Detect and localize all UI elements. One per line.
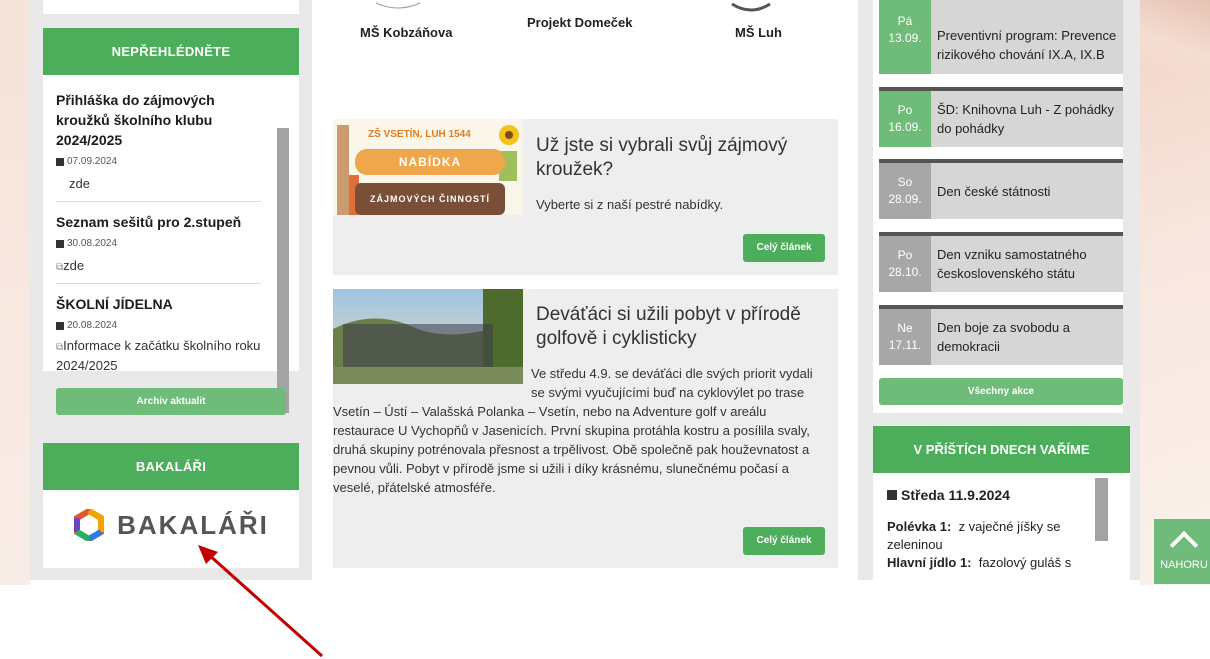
calendar-icon [887,490,897,500]
article-title[interactable]: Už jste si vybrali svůj zájmový kroužek? [536,134,816,182]
text-float-spacer [333,364,531,387]
news-date: 07.09.2024 [56,156,261,167]
chevron-up-icon [1169,530,1199,560]
left-sidebar: NEPŘEHLÉDNĚTE Přihláška do zájmových kro… [30,0,312,580]
page-background-left [0,0,30,585]
bakalari-logo-icon [74,509,105,541]
image-school-text: ZŠ VSETÍN, LUH 1544 [368,129,471,140]
event-item[interactable]: Pá 13.09. Preventivní program: Prevence r… [879,0,1123,74]
calendar-icon [56,321,64,330]
bakalari-logo-text: BAKALÁŘI [117,509,269,540]
event-text[interactable]: Den boje za svobodu a demokracii [931,309,1123,365]
event-date: So 28.09. [879,163,931,219]
news-date: 20.08.2024 [56,320,261,331]
event-date: Ne 17.11. [879,309,931,365]
news-link[interactable]: ⧉zde [56,258,261,273]
event-item[interactable]: So 28.09. Den české státnosti [879,159,1123,219]
article-image[interactable]: ZŠ VSETÍN, LUH 1544 NABÍDKA ZÁJMOVÝCH ČI… [333,119,523,215]
news-item[interactable]: Seznam sešitů pro 2.stupeň 30.08.2024 ⧉z… [56,202,261,284]
news-item[interactable]: ŠKOLNÍ JÍDELNA 20.08.2024 ⧉Informace k z… [56,284,261,375]
event-text[interactable]: Den vzniku samostatného československého… [931,236,1123,292]
news-scrollbar[interactable] [277,128,289,413]
event-date: Po 28.10. [879,236,931,292]
notice-panel: NEPŘEHLÉDNĚTE Přihláška do zájmových kro… [43,28,299,415]
news-item[interactable]: Přihláška do zájmových kroužků školního … [56,75,261,202]
menu-soup: Polévka 1: z vaječné jíšky se zeleninou [887,519,1061,552]
news-link[interactable]: ⧉Informace k začátku školního roku 2024/… [56,337,261,375]
scroll-to-top-button[interactable]: NAHORU [1154,519,1210,584]
event-text[interactable]: Den české státnosti [931,163,1123,219]
news-link[interactable]: zde [56,176,261,191]
menu-day: Středa 11.9.2024 [887,486,1130,504]
image-line2: ZÁJMOVÝCH ČINNOSTÍ [369,194,490,204]
menu-panel: V PŘÍŠTÍCH DNECH VAŘÍME Středa 11.9.2024… [873,426,1130,580]
event-item[interactable]: Po 28.10. Den vzniku samostatného českosl… [879,232,1123,292]
previous-panel-bottom [43,0,299,14]
image-line1: NABÍDKA [398,155,462,169]
right-sidebar: Pá 13.09. Preventivní program: Prevence r… [858,0,1140,580]
event-date: Pá 13.09. [879,0,931,74]
all-events-button[interactable]: Všechny akce [879,378,1123,405]
menu-scrollbar[interactable] [1095,478,1108,541]
logo-label[interactable]: MŠ Luh [735,25,782,40]
calendar-icon [56,157,64,166]
article-text: Ve středu 4.9. se deváťáci dle svých pri… [333,364,813,495]
page-background-right [1140,0,1210,585]
logo-label[interactable]: Projekt Domeček [527,15,633,30]
school-logo-icon [375,2,421,9]
news-date: 30.08.2024 [56,238,261,249]
ms-kobzanova-logo[interactable] [368,0,428,12]
menu-body: Středa 11.9.2024 Polévka 1: z vaječné jí… [873,473,1130,580]
annotation-arrow-icon [198,545,324,658]
article-card: Deváťáci si užili pobyt v přírodě golfov… [333,289,838,568]
ms-luh-logo[interactable] [728,0,774,14]
event-date: Po 16.09. [879,91,931,147]
calendar-icon [56,239,64,248]
news-list: Přihláška do zájmových kroužků školního … [43,75,299,413]
news-title[interactable]: Přihláška do zájmových kroužků školního … [56,90,261,150]
school-logo-icon [731,2,771,12]
bakalari-panel-title: BAKALÁŘI [43,443,299,490]
event-text[interactable]: ŠD: Knihovna Luh - Z pohádky do pohádky [931,91,1123,147]
news-title[interactable]: Seznam sešitů pro 2.stupeň [56,212,261,232]
article-title[interactable]: Deváťáci si užili pobyt v přírodě golfov… [536,303,821,351]
menu-main: Hlavní jídlo 1: fazolový guláš s [887,555,1072,570]
event-text[interactable]: Preventivní program: Prevence rizikového… [931,0,1123,74]
notice-panel-title: NEPŘEHLÉDNĚTE [43,28,299,75]
event-item[interactable]: Po 16.09. ŠD: Knihovna Luh - Z pohádky do… [879,87,1123,147]
page-background-accent [1138,0,1210,70]
article-text: Vyberte si z naší pestré nabídky. [536,197,724,212]
archive-button[interactable]: Archiv aktualit [56,388,286,415]
events-panel: Pá 13.09. Preventivní program: Prevence r… [873,0,1123,413]
menu-panel-title: V PŘÍŠTÍCH DNECH VAŘÍME [873,426,1130,473]
read-more-button[interactable]: Celý článek [743,234,825,262]
news-title[interactable]: ŠKOLNÍ JÍDELNA [56,294,261,314]
read-more-button[interactable]: Celý článek [743,527,825,555]
logo-label[interactable]: MŠ Kobzáňova [360,25,452,40]
article-card: ZŠ VSETÍN, LUH 1544 NABÍDKA ZÁJMOVÝCH ČI… [333,119,838,275]
event-item[interactable]: Ne 17.11. Den boje za svobodu a demokraci… [879,305,1123,365]
